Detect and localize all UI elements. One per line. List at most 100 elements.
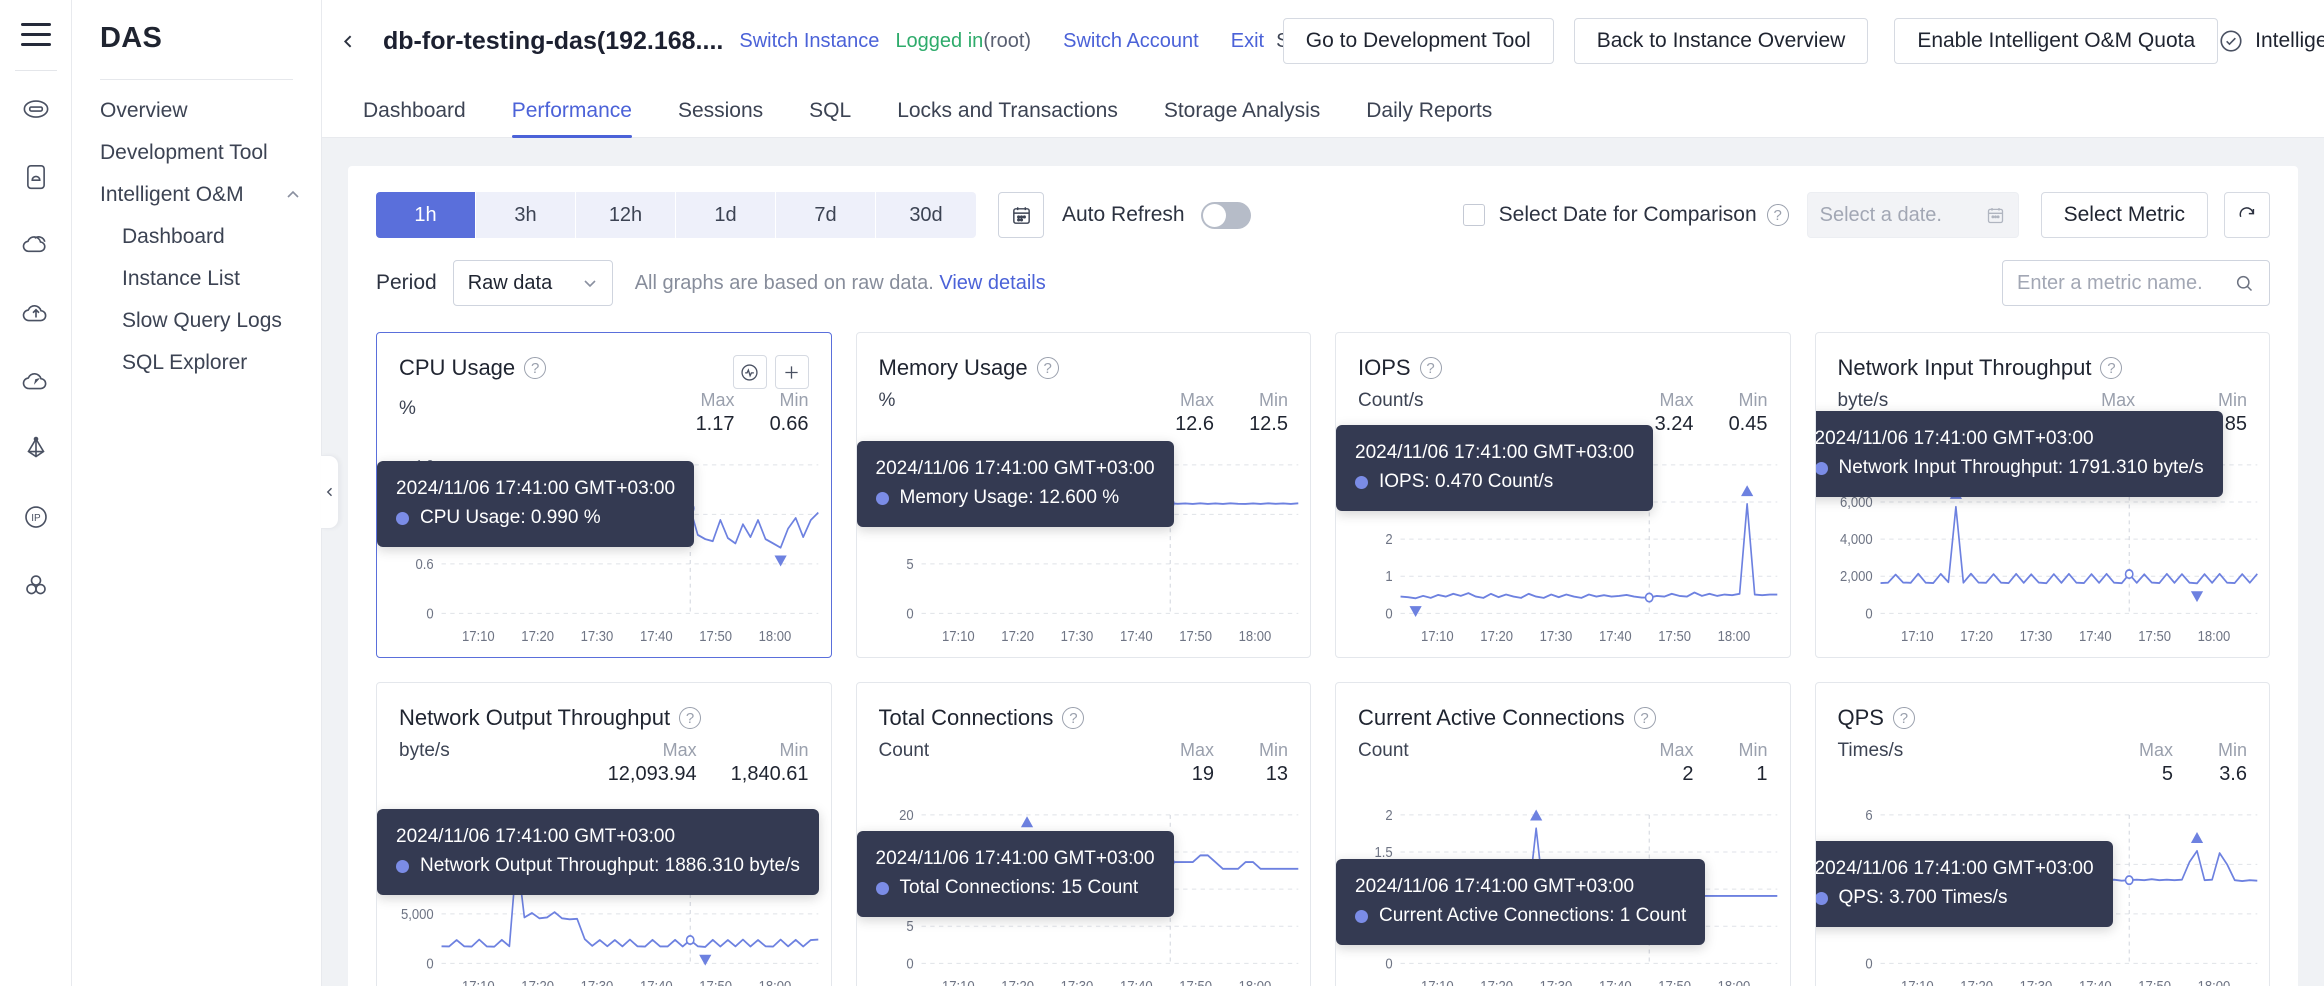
svg-text:17:20: 17:20 (521, 627, 554, 644)
cloud-device-icon[interactable] (8, 149, 64, 205)
metric-card-current-active-connections[interactable]: Current Active Connections? Count Max 2 Min 1… (1335, 682, 1791, 986)
metric-card-network-output-throughput[interactable]: Network Output Throughput? byte/s Max 12,09… (376, 682, 832, 986)
range-3h[interactable]: 3h (476, 192, 576, 238)
svg-text:2,000: 2,000 (1839, 567, 1872, 584)
tab-bar: Dashboard Performance Sessions SQL Locks… (322, 82, 2324, 138)
cluster-icon[interactable] (8, 557, 64, 613)
switch-account-link[interactable]: Switch Account (1063, 30, 1199, 53)
help-icon[interactable]: ? (2100, 357, 2123, 379)
tab-locks-and-transactions[interactable]: Locks and Transactions (874, 99, 1141, 137)
tab-performance[interactable]: Performance (489, 99, 655, 138)
icon-rail: IP (0, 0, 72, 986)
back-button[interactable] (340, 24, 357, 58)
help-icon[interactable]: ? (679, 707, 702, 729)
calendar-button[interactable] (998, 192, 1044, 238)
sidebar-item-overview[interactable]: Overview (72, 90, 321, 132)
hamburger-menu-icon[interactable] (16, 14, 56, 54)
tooltip-series-row: Memory Usage: 12.600 % (875, 483, 1155, 512)
chart-tooltip: 2024/11/06 17:41:00 GMT+03:00 IOPS: 0.470… (1336, 425, 1654, 511)
cloud-speed-icon[interactable] (8, 353, 64, 409)
sidebar-item-intelligent-om[interactable]: Intelligent O&M (72, 174, 321, 216)
comparison-date-input[interactable]: Select a date. (1806, 192, 2019, 238)
help-icon[interactable]: ? (1766, 204, 1789, 226)
svg-text:17:40: 17:40 (2078, 977, 2111, 986)
max-value: 5 (2161, 762, 2173, 785)
tooltip-series-row: Network Input Throughput: 1791.310 byte/… (1815, 453, 2204, 482)
sidebar-item-label: Intelligent O&M (100, 183, 244, 206)
max-label: Max (2138, 740, 2173, 760)
range-1h[interactable]: 1h (376, 192, 476, 238)
min-label: Min (1738, 390, 1768, 410)
cloud-stack-icon[interactable] (8, 217, 64, 273)
sidebar: DAS Overview Development Tool Intelligen… (72, 0, 339, 986)
network-node-icon[interactable] (8, 421, 64, 477)
refresh-button[interactable] (2224, 192, 2270, 238)
sidebar-item-sql-explorer[interactable]: SQL Explorer (72, 342, 321, 384)
sidebar-item-instance-list[interactable]: Instance List (72, 258, 321, 300)
tooltip-time: 2024/11/06 17:41:00 GMT+03:00 (396, 478, 676, 499)
metric-card-network-input-throughput[interactable]: Network Input Throughput?byte/sMax6,313.… (1814, 332, 2270, 658)
metric-search-input[interactable] (2017, 271, 2234, 295)
min-value: 3.6 (2219, 762, 2247, 785)
cloud-server-icon[interactable] (8, 81, 64, 137)
svg-text:2: 2 (1385, 806, 1392, 823)
help-icon[interactable]: ? (1062, 707, 1085, 729)
svg-text:18:00: 18:00 (1238, 977, 1271, 986)
search-icon (2236, 275, 2253, 291)
metric-search[interactable] (2002, 260, 2270, 306)
app-root: IP DAS Overview Development Tool Intelli… (0, 0, 2324, 986)
card-title: Total Connections? (879, 705, 1085, 731)
svg-text:17:40: 17:40 (640, 977, 673, 986)
time-range-controls: 1h 3h 12h 1d 7d 30d Auto Refresh Select … (376, 192, 2270, 238)
view-details-link[interactable]: View details (939, 272, 1045, 294)
help-icon[interactable]: ? (1892, 707, 1915, 729)
max-min-summary: Max 12.6 Min 12.5 (1174, 389, 1288, 437)
range-1d[interactable]: 1d (676, 192, 776, 238)
min-label: Min (2217, 740, 2247, 760)
collapse-sidebar-handle[interactable] (321, 455, 339, 529)
add-metric-button[interactable] (774, 355, 809, 389)
chart-tooltip: 2024/11/06 17:41:00 GMT+03:00 Network Out… (377, 809, 819, 895)
tab-sessions[interactable]: Sessions (655, 99, 786, 137)
go-to-development-tool-button[interactable]: Go to Development Tool (1282, 18, 1554, 64)
range-7d[interactable]: 7d (776, 192, 876, 238)
metric-card-total-connections[interactable]: Total Connections?CountMax19Min132015105… (855, 682, 1311, 986)
analyze-metric-button[interactable] (732, 355, 767, 389)
auto-refresh-toggle[interactable] (1200, 201, 1251, 229)
switch-instance-link[interactable]: Switch Instance (739, 30, 879, 53)
svg-text:17:50: 17:50 (1179, 977, 1212, 986)
tab-sql[interactable]: SQL (786, 99, 874, 137)
metric-card-qps[interactable]: QPS?Times/sMax5Min3.6642017:1017:2017:30… (1814, 682, 2270, 986)
compare-checkbox[interactable] (1462, 204, 1485, 226)
help-icon[interactable]: ? (1036, 357, 1059, 379)
range-30d[interactable]: 30d (876, 192, 976, 238)
sidebar-item-development-tool[interactable]: Development Tool (72, 132, 321, 174)
tab-daily-reports[interactable]: Daily Reports (1343, 99, 1515, 137)
card-header: IOPS? (1358, 355, 1768, 381)
back-to-instance-overview-button[interactable]: Back to Instance Overview (1573, 18, 1869, 64)
enable-om-quota-button[interactable]: Enable Intelligent O&M Quota (1894, 18, 2219, 64)
sidebar-item-dashboard[interactable]: Dashboard (72, 216, 321, 258)
sidebar-item-label: Overview (100, 99, 188, 122)
metric-card-cpu-usage[interactable]: CPU Usage?%Max1.17Min0.661.20.90.6017:10… (376, 332, 832, 658)
metric-card-iops[interactable]: IOPS?Count/sMax3.24Min0.454321017:1017:2… (1335, 332, 1791, 658)
help-icon[interactable]: ? (524, 357, 547, 379)
sidebar-item-slow-query-logs[interactable]: Slow Query Logs (72, 300, 321, 342)
tooltip-time: 2024/11/06 17:41:00 GMT+03:00 (1355, 442, 1635, 463)
exit-link[interactable]: Exit (1231, 30, 1264, 53)
svg-text:17:40: 17:40 (1599, 627, 1632, 644)
tooltip-value: CPU Usage: 0.990 % (420, 507, 601, 529)
calendar-icon (1987, 207, 2003, 223)
tab-dashboard[interactable]: Dashboard (340, 99, 489, 137)
help-icon[interactable]: ? (1633, 707, 1656, 729)
tooltip-time: 2024/11/06 17:41:00 GMT+03:00 (875, 458, 1155, 479)
tab-storage-analysis[interactable]: Storage Analysis (1141, 99, 1343, 137)
select-metric-button[interactable]: Select Metric (2040, 192, 2208, 238)
help-icon[interactable]: ? (1419, 357, 1442, 379)
metric-card-memory-usage[interactable]: Memory Usage?%Max12.6Min12.515105017:101… (855, 332, 1311, 658)
period-select[interactable]: Raw data (452, 260, 613, 306)
range-12h[interactable]: 12h (576, 192, 676, 238)
cloud-upload-icon[interactable] (8, 285, 64, 341)
tooltip-series-row: QPS: 3.700 Times/s (1815, 883, 2093, 912)
ip-circle-icon[interactable]: IP (8, 489, 64, 545)
